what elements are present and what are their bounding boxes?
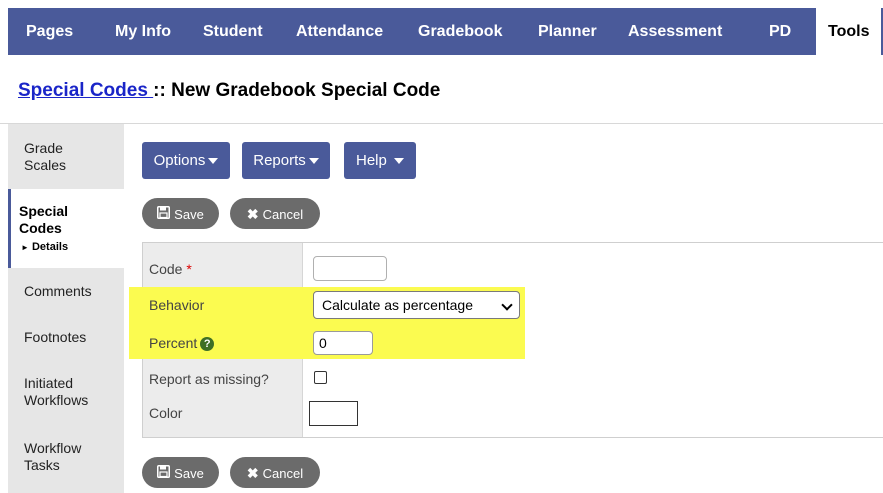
- side-subtab-label: Details: [31, 241, 69, 253]
- cancel-button-top[interactable]: ✖ Cancel: [230, 198, 320, 229]
- side-tab-workflow-tasks[interactable]: Workflow Tasks: [8, 440, 124, 474]
- side-tab-label: Comments: [24, 283, 92, 299]
- percent-label: Percent?: [149, 335, 215, 352]
- side-tab-label: Initiated: [24, 375, 74, 391]
- options-menu-button[interactable]: Options: [142, 142, 230, 179]
- side-tab-label: Tasks: [24, 457, 60, 473]
- side-tabs: Grade Scales Special Codes ► Details Com…: [8, 124, 124, 493]
- behavior-select[interactable]: Calculate as percentage: [313, 291, 520, 319]
- caret-down-icon: [208, 158, 219, 165]
- reports-menu-label: Reports: [253, 152, 306, 169]
- nav-tab-my-info[interactable]: My Info: [115, 8, 171, 55]
- question-circle-icon[interactable]: ?: [200, 337, 215, 352]
- page-title-text: New Gradebook Special Code: [171, 80, 441, 101]
- side-tab-label: Codes: [19, 220, 62, 236]
- page-title: Special Codes :: New Gradebook Special C…: [18, 80, 440, 102]
- color-label: Color: [149, 405, 183, 421]
- side-tab-label: Scales: [24, 157, 67, 173]
- behavior-label: Behavior: [149, 297, 205, 313]
- percent-input[interactable]: 0: [313, 331, 373, 355]
- x-icon: ✖: [246, 465, 259, 482]
- side-tab-footnotes[interactable]: Footnotes: [8, 329, 124, 346]
- side-tab-comments[interactable]: Comments: [8, 283, 124, 300]
- reports-menu-button[interactable]: Reports: [242, 142, 330, 179]
- behavior-selected-value: Calculate as percentage: [322, 297, 473, 313]
- save-button-label: Save: [174, 466, 204, 482]
- nav-tab-tools[interactable]: Tools: [816, 8, 882, 55]
- nav-tab-planner[interactable]: Planner: [538, 8, 597, 55]
- side-tab-grade-scales[interactable]: Grade Scales: [8, 140, 124, 174]
- report-missing-label: Report as missing?: [149, 371, 269, 387]
- nav-tab-attendance[interactable]: Attendance: [296, 8, 383, 55]
- side-tab-label: Workflows: [24, 392, 89, 408]
- nav-tab-gradebook[interactable]: Gradebook: [418, 8, 502, 55]
- side-tab-initiated-workflows[interactable]: Initiated Workflows: [8, 375, 124, 409]
- top-navigation: Pages My Info Student Attendance Gradebo…: [8, 8, 883, 55]
- cancel-button-label: Cancel: [262, 207, 304, 223]
- save-button-bottom[interactable]: Save: [142, 457, 219, 488]
- options-menu-label: Options: [153, 152, 206, 169]
- nav-tab-pages[interactable]: Pages: [26, 8, 73, 55]
- triangle-right-icon: ►: [21, 243, 29, 252]
- cancel-button-label: Cancel: [262, 466, 304, 482]
- nav-tab-student[interactable]: Student: [203, 8, 263, 55]
- report-missing-checkbox[interactable]: [314, 371, 327, 384]
- side-tab-label: Workflow: [24, 440, 82, 456]
- x-icon: ✖: [246, 206, 259, 223]
- side-subtab-details[interactable]: ► Details: [19, 239, 124, 256]
- code-label: Code *: [149, 261, 192, 277]
- code-input[interactable]: [313, 256, 387, 281]
- help-menu-label: Help: [355, 152, 387, 169]
- required-mark: *: [186, 261, 192, 277]
- breadcrumb-special-codes-link[interactable]: Special Codes: [18, 80, 153, 101]
- chevron-down-icon: [501, 299, 513, 311]
- save-button-label: Save: [174, 207, 204, 223]
- caret-down-icon: [308, 158, 319, 165]
- side-tab-label: Grade: [24, 140, 63, 156]
- side-tab-label: Special: [19, 203, 69, 219]
- title-divider: [0, 123, 883, 124]
- floppy-disk-icon: [157, 199, 171, 230]
- side-tab-label: Footnotes: [24, 329, 87, 345]
- color-picker[interactable]: [309, 401, 358, 426]
- nav-tab-pd[interactable]: PD: [769, 8, 791, 55]
- nav-tab-assessment[interactable]: Assessment: [628, 8, 722, 55]
- save-button-top[interactable]: Save: [142, 198, 219, 229]
- help-menu-button[interactable]: Help: [344, 142, 416, 179]
- cancel-button-bottom[interactable]: ✖ Cancel: [230, 457, 320, 488]
- side-tab-special-codes[interactable]: Special Codes ► Details: [8, 189, 124, 268]
- floppy-disk-icon: [157, 458, 171, 489]
- breadcrumb-separator: ::: [153, 80, 172, 101]
- caret-down-icon: [394, 158, 405, 165]
